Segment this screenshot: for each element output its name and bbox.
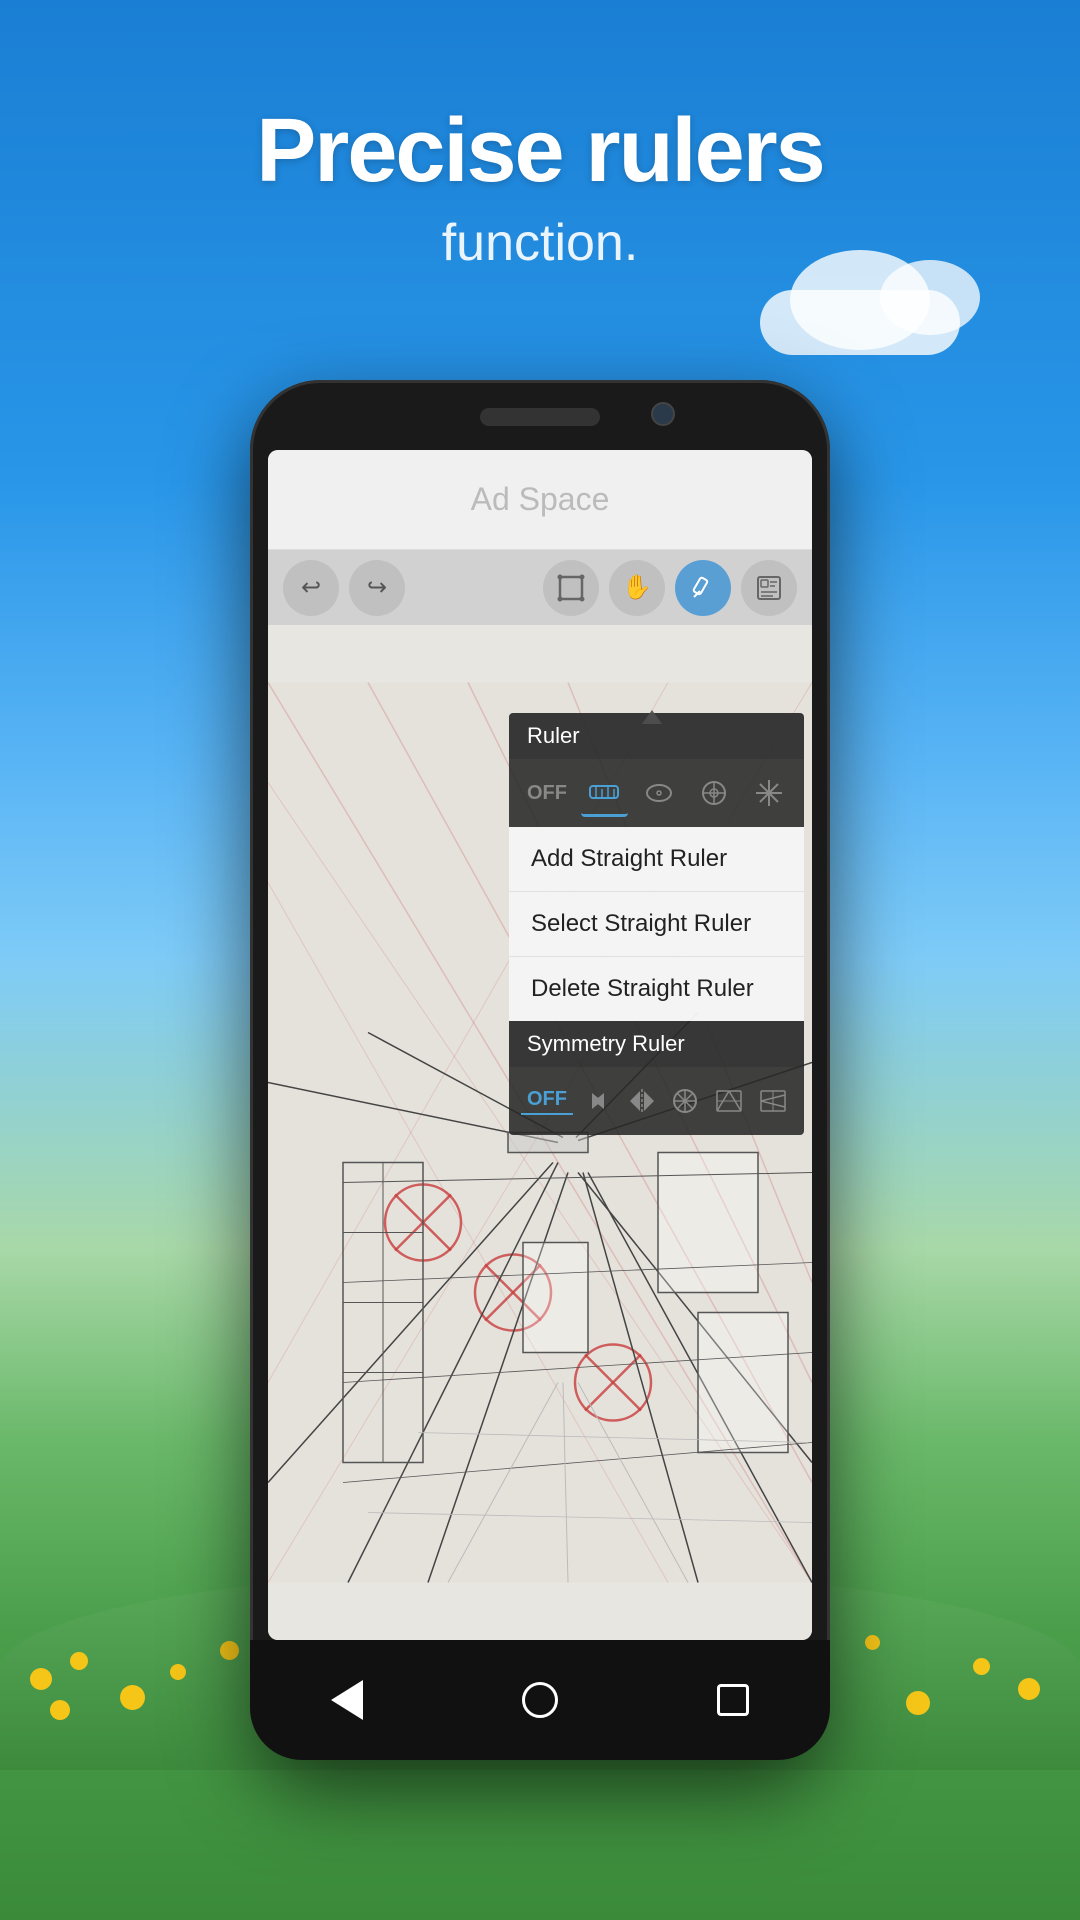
phone-frame: Ad Space ↩ ↪ — [250, 380, 830, 1760]
toolbar: ↩ ↪ ✋ — [268, 550, 812, 625]
redo-button[interactable]: ↪ — [349, 560, 405, 616]
ruler-menu: Ruler OFF — [509, 713, 804, 1135]
sub-title: function. — [0, 213, 1080, 273]
symmetry-off-label[interactable]: OFF — [521, 1088, 573, 1115]
phone-camera — [651, 402, 675, 426]
symmetry-flip-btn[interactable] — [623, 1077, 661, 1125]
ruler-arrow-indicator — [642, 710, 662, 724]
select-straight-ruler-item[interactable]: Select Straight Ruler — [509, 892, 804, 957]
main-title: Precise rulers — [0, 100, 1080, 203]
ruler-section-title: Ruler — [527, 723, 580, 748]
add-straight-ruler-item[interactable]: Add Straight Ruler — [509, 827, 804, 892]
symmetry-persp2-btn[interactable] — [754, 1077, 792, 1125]
symmetry-persp1-btn[interactable] — [710, 1077, 748, 1125]
ellipse-ruler-icon-btn[interactable] — [636, 769, 683, 817]
select-button[interactable] — [543, 560, 599, 616]
phone-speaker — [480, 408, 600, 426]
symmetry-title: Symmetry Ruler — [527, 1031, 685, 1056]
phone-mockup: Ad Space ↩ ↪ — [250, 380, 830, 1760]
canvas-area[interactable]: Ruler OFF — [268, 625, 812, 1640]
ad-text: Ad Space — [471, 481, 610, 518]
undo-button[interactable]: ↩ — [283, 560, 339, 616]
phone-screen: Ad Space ↩ ↪ — [268, 450, 812, 1640]
radial-ruler-icon-btn[interactable] — [745, 769, 792, 817]
pen-button[interactable] — [675, 560, 731, 616]
straight-ruler-icon-btn[interactable] — [581, 769, 628, 817]
delete-straight-ruler-item[interactable]: Delete Straight Ruler — [509, 957, 804, 1021]
circle-perspective-icon-btn[interactable] — [691, 769, 738, 817]
nav-home-button[interactable] — [510, 1670, 570, 1730]
title-section: Precise rulers function. — [0, 100, 1080, 273]
symmetry-section-header: Symmetry Ruler — [509, 1021, 804, 1067]
gallery-button[interactable] — [741, 560, 797, 616]
nav-recent-button[interactable] — [703, 1670, 763, 1730]
hand-button[interactable]: ✋ — [609, 560, 665, 616]
nav-back-button[interactable] — [317, 1670, 377, 1730]
symmetry-radial-btn[interactable] — [667, 1077, 705, 1125]
phone-navbar — [250, 1640, 830, 1760]
ad-space: Ad Space — [268, 450, 812, 550]
ruler-icons-row: OFF — [509, 759, 804, 827]
symmetry-lr-btn[interactable] — [579, 1077, 617, 1125]
symmetry-icons-row: OFF — [509, 1067, 804, 1135]
ruler-off-label[interactable]: OFF — [521, 782, 573, 805]
